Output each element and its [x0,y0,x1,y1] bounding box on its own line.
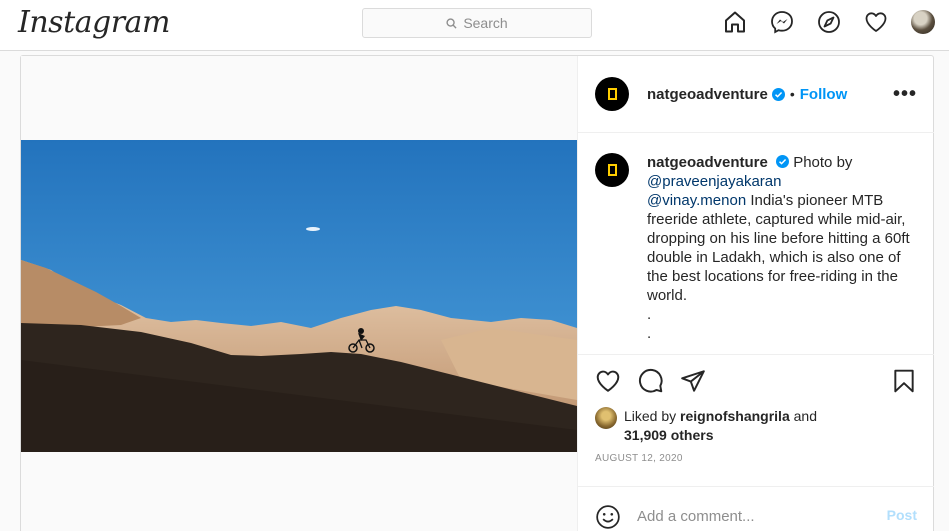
natgeo-avatar[interactable] [595,77,629,111]
home-icon[interactable] [723,10,747,34]
caption-avatar[interactable] [595,153,629,187]
search-icon [446,17,457,29]
post-sidebar: natgeoadventure • Follow ••• natgeoadven… [578,56,934,531]
liked-by-prefix: Liked by [624,408,677,424]
caption-trailing-dot: . [647,306,652,323]
mention-athlete[interactable]: @vinay.menon [647,192,746,209]
likes-count[interactable]: 31,909 others [624,427,714,443]
profile-avatar[interactable] [911,10,935,34]
post-caption: natgeoadventure Photo by @praveenjayakar… [578,133,934,355]
verified-badge-icon [771,87,785,101]
comment-bubble-icon[interactable] [638,368,664,394]
post-photo[interactable] [21,140,577,452]
post-comment-button[interactable]: Post [887,507,917,523]
caption-intro: Photo by [793,154,853,171]
mention-photographer[interactable]: @praveenjayakaran [647,173,781,190]
liked-by-joiner: and [793,408,817,424]
search-placeholder: Search [463,15,508,31]
activity-heart-icon[interactable] [864,10,888,34]
likes-summary: Liked by reignofshangrila and 31,909 oth… [578,407,934,445]
post-actions [578,355,934,407]
caption-trailing-dot: . [647,325,652,342]
post-card: natgeoadventure • Follow ••• natgeoadven… [20,55,934,531]
save-bookmark-icon[interactable] [891,368,917,394]
top-navigation-bar: Instagram Search [0,0,949,51]
caption-username[interactable]: natgeoadventure [647,154,768,171]
explore-icon[interactable] [817,10,841,34]
emoji-icon[interactable] [595,504,621,530]
liker-username[interactable]: reignofshangrila [680,408,790,424]
messenger-icon[interactable] [770,10,794,34]
instagram-logo[interactable]: Instagram [18,5,170,40]
comment-input[interactable] [637,508,867,525]
search-box[interactable]: Search [362,8,592,38]
post-author-username[interactable]: natgeoadventure [647,86,768,103]
follow-button[interactable]: Follow [800,86,848,103]
comment-bar: Post [578,486,934,531]
post-media [21,56,578,531]
more-options-icon[interactable]: ••• [893,84,917,104]
share-paper-plane-icon[interactable] [680,368,706,394]
like-heart-icon[interactable] [595,368,621,394]
verified-badge-icon [776,155,790,168]
separator-dot: • [789,86,795,102]
caption-text: natgeoadventure Photo by @praveenjayakar… [647,153,915,354]
post-header: natgeoadventure • Follow ••• [578,56,934,133]
liker-avatar[interactable] [595,407,617,429]
nav-icons [700,10,935,34]
post-date[interactable]: AUGUST 12, 2020 [578,453,934,464]
